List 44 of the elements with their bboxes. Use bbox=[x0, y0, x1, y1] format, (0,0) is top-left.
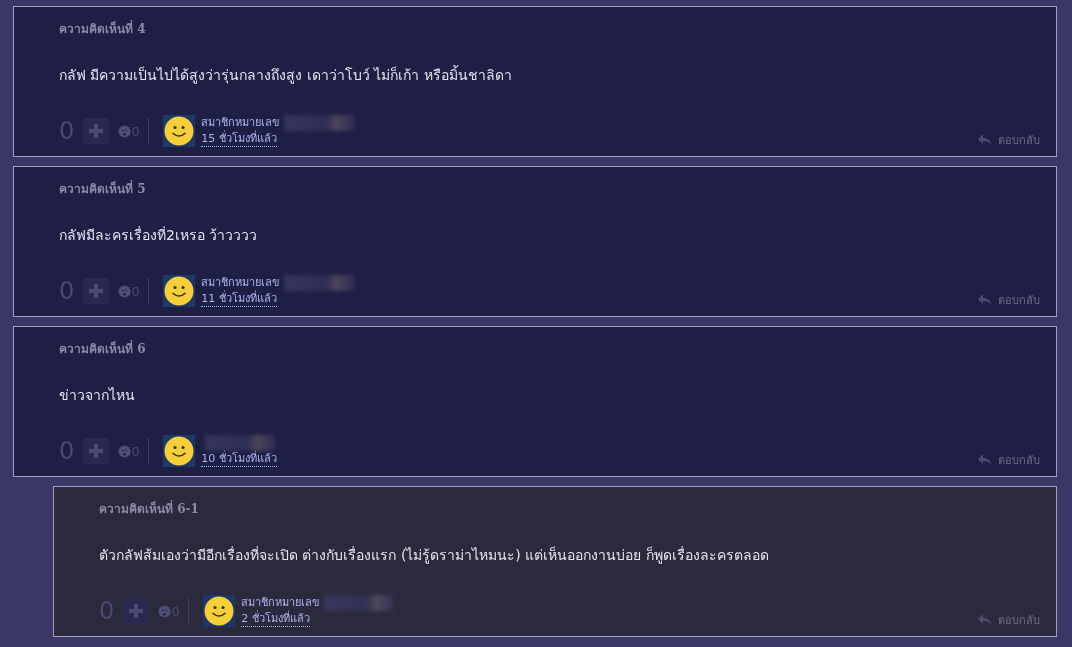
reply-arrow-icon bbox=[978, 454, 992, 466]
reply-arrow-icon bbox=[978, 134, 992, 146]
plus-icon bbox=[88, 443, 104, 459]
plus-icon bbox=[88, 123, 104, 139]
comment-text: ข่าวจากไหน bbox=[59, 386, 135, 405]
member-name: สมาชิกหมายเลข bbox=[201, 275, 281, 290]
blurred-name bbox=[205, 435, 276, 451]
face-icon bbox=[118, 284, 131, 298]
member-name: สมาชิกหมายเลข bbox=[201, 115, 281, 130]
plus-icon bbox=[128, 603, 144, 619]
plus-icon bbox=[88, 283, 104, 299]
comment-label: ความคิดเห็นที่ 6 bbox=[59, 339, 146, 358]
face-icon bbox=[118, 124, 131, 138]
smiley-avatar-icon bbox=[163, 435, 196, 467]
time-link[interactable]: 11 ชั่วโมงที่แล้ว bbox=[201, 291, 277, 307]
reply-link[interactable]: ตอบกลับ bbox=[978, 291, 1040, 309]
vote-button[interactable] bbox=[83, 118, 109, 144]
member-name: สมาชิกหมายเลข bbox=[241, 595, 321, 610]
reply-link[interactable]: ตอบกลับ bbox=[978, 131, 1040, 149]
comment-label: ความคิดเห็นที่ 5 bbox=[59, 179, 146, 198]
blurred-name bbox=[284, 275, 355, 291]
comment-label: ความคิดเห็นที่ 6-1 bbox=[99, 499, 199, 518]
blurred-name bbox=[284, 115, 355, 131]
face-icon bbox=[118, 444, 131, 458]
face-icon bbox=[158, 604, 171, 618]
time-link[interactable]: 10 ชั่วโมงที่แล้ว bbox=[201, 451, 277, 467]
reply-arrow-icon bbox=[978, 294, 992, 306]
comment-label: ความคิดเห็นที่ 4 bbox=[59, 19, 146, 38]
blurred-name bbox=[324, 595, 395, 611]
vote-button[interactable] bbox=[83, 278, 109, 304]
time-link[interactable]: 15 ชั่วโมงที่แล้ว bbox=[201, 131, 277, 147]
vote-button[interactable] bbox=[83, 438, 109, 464]
comment-text: กลัฟมีละครเรื่องที่2เหรอ ว้าวววว bbox=[59, 225, 258, 245]
comment-text: ตัวกลัฟส้มเองว่ามีอีกเรื่องที่จะเปิด ต่างกับเรื่องแรก (ไม่รู้ดราม่าไหมนะ) แต่เห็นออกงานบ่อย ก็พูดเรื่องละครตลอด bbox=[99, 545, 769, 566]
emotion-button[interactable]: 0 bbox=[158, 603, 180, 619]
vote-button[interactable] bbox=[123, 598, 149, 624]
reply-arrow-icon bbox=[978, 614, 992, 626]
reply-link[interactable]: ตอบกลับ bbox=[978, 451, 1040, 469]
smiley-avatar-icon bbox=[203, 595, 236, 627]
smiley-avatar-icon bbox=[163, 115, 196, 147]
reply-link[interactable]: ตอบกลับ bbox=[978, 611, 1040, 629]
smiley-avatar-icon bbox=[163, 275, 196, 307]
time-link[interactable]: 2 ชั่วโมงที่แล้ว bbox=[241, 611, 310, 627]
comment-text: กลัฟ มีความเป็นไปได้สูงว่ารุ่นกลางถึงสูง เดาว่าโบว์ ไม่ก็เก้า หรือมิ้นชาลิดา bbox=[59, 64, 512, 86]
